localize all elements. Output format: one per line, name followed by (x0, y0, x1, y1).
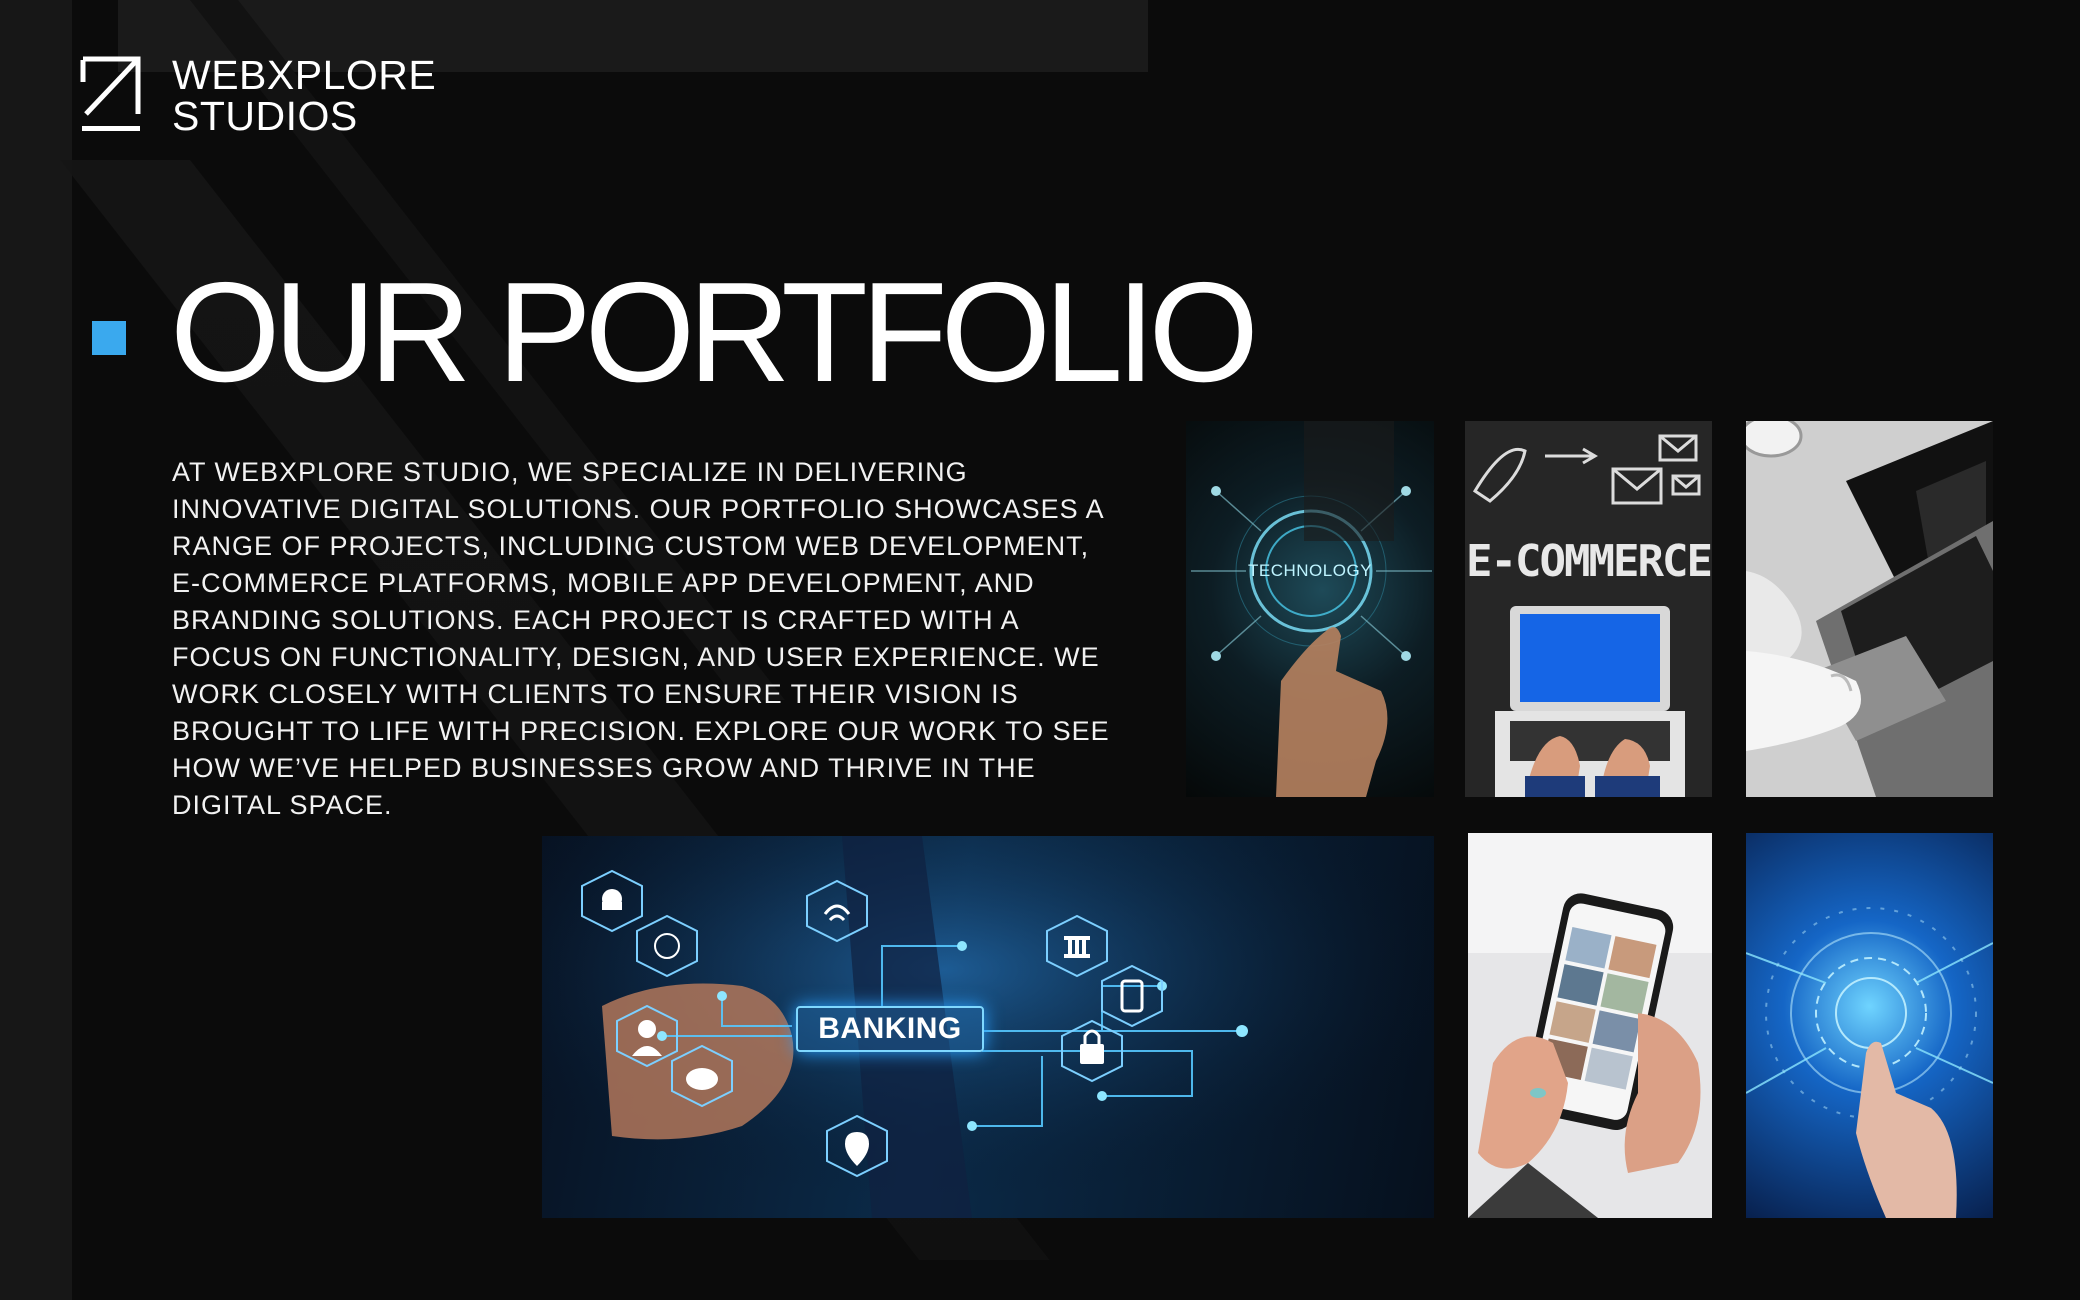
smartphone-image[interactable] (1468, 833, 1712, 1218)
banking-illustration (542, 836, 1434, 1218)
laptop-illustration (1746, 421, 1993, 797)
technology-illustration (1191, 421, 1432, 797)
ai-image[interactable] (1746, 833, 1993, 1218)
banking-image[interactable]: BANKING (542, 836, 1434, 1218)
technology-label: TECHNOLOGY (1247, 561, 1373, 580)
banking-label: BANKING (796, 1006, 984, 1052)
brand-line2: STUDIOS (172, 93, 358, 139)
heading: OUR PORTFOLIO (92, 253, 1259, 412)
brand-name: WEBXPLORE STUDIOS (172, 55, 436, 137)
page-title: OUR PORTFOLIO (170, 253, 1259, 412)
smartphone-illustration (1468, 833, 1712, 1218)
technology-image[interactable]: TECHNOLOGY (1186, 421, 1434, 797)
ecommerce-label: E-COMMERCE (1466, 536, 1712, 587)
ai-illustration (1746, 907, 1993, 1218)
brand-line1: WEBXPLORE (172, 52, 437, 98)
portfolio-description: AT WEBXPLORE STUDIO, WE SPECIALIZE IN DE… (172, 457, 1110, 820)
left-edge-bar (0, 0, 72, 1300)
ecommerce-image[interactable]: E-COMMERCE (1465, 421, 1712, 797)
brand-logo[interactable]: WEBXPLORE STUDIOS (80, 55, 436, 137)
arrow-up-right-icon (80, 56, 141, 131)
ecommerce-illustration (1472, 434, 1701, 797)
laptop-image[interactable] (1746, 421, 1993, 797)
accent-square (92, 321, 126, 355)
